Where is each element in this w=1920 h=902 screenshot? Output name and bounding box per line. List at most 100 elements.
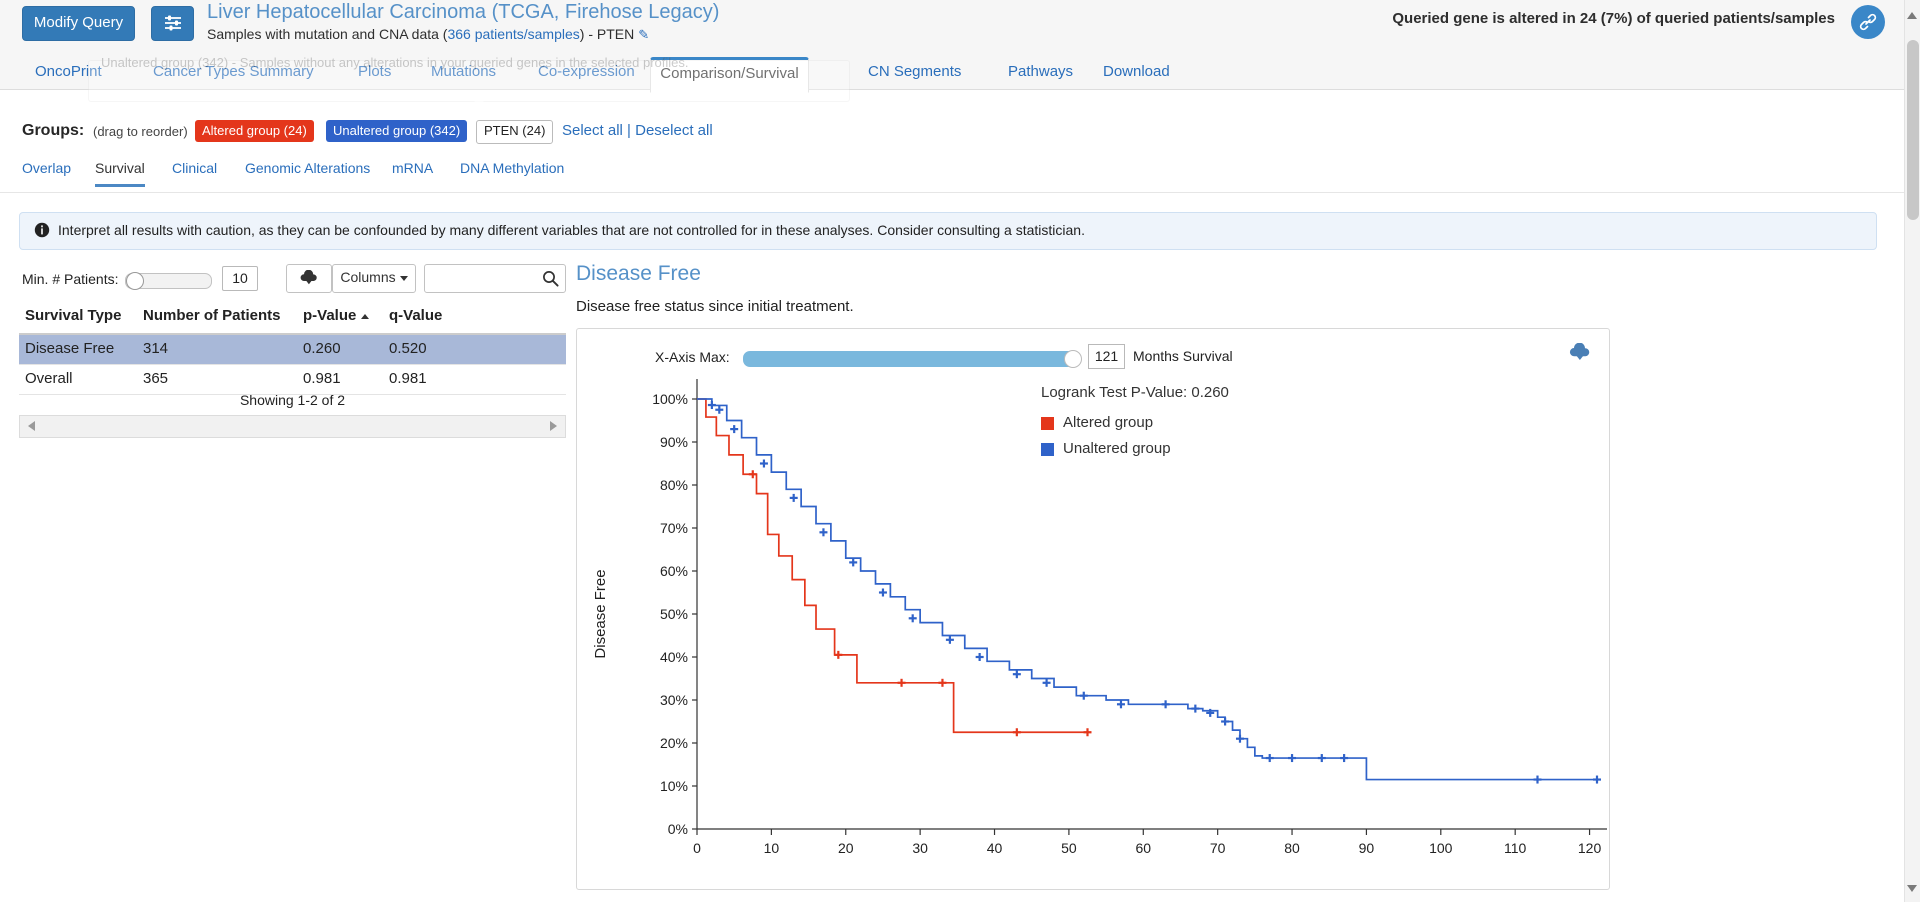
cell-patients: 314 [143,340,169,357]
svg-text:Disease Free: Disease Free [592,569,609,658]
cell-survival-type: Overall [25,370,73,387]
group-pill-altered[interactable]: Altered group (24) [195,120,314,142]
pager-prev-icon[interactable] [28,421,35,431]
cloud-download-icon [287,270,331,285]
tooltip-arrow [470,97,488,106]
sort-ascending-icon [361,313,370,319]
subtab-survival[interactable]: Survival [95,160,145,187]
subtab-overlap[interactable]: Overlap [22,160,71,184]
groups-bar: Groups: (drag to reorder) Altered group … [0,120,1920,150]
svg-text:40: 40 [987,840,1003,856]
search-input[interactable] [431,268,540,289]
tab-pathways[interactable]: Pathways [995,57,1086,89]
links-separator: | [627,122,631,139]
svg-text:20%: 20% [660,735,688,751]
chevron-down-icon [399,275,408,281]
table-download-button[interactable] [286,264,332,293]
query-settings-button[interactable] [151,6,194,41]
subtab-genomic-alterations[interactable]: Genomic Alterations [245,160,370,184]
tab-cn-segments[interactable]: CN Segments [855,57,974,89]
pencil-icon[interactable]: ✎ [638,27,649,43]
groups-hint: (drag to reorder) [93,124,188,139]
svg-text:60: 60 [1135,840,1151,856]
table-search-box[interactable] [424,264,566,293]
svg-text:0: 0 [693,840,701,856]
select-all-link[interactable]: Select all [562,122,623,139]
svg-text:60%: 60% [660,563,688,579]
caution-banner: Interpret all results with caution, as t… [19,212,1877,250]
table-header-row: Survival Type Number of Patients p-Value… [19,305,566,335]
col-survival-type[interactable]: Survival Type [25,307,121,324]
svg-text:120: 120 [1578,840,1602,856]
svg-text:20: 20 [838,840,854,856]
columns-dropdown-button[interactable]: Columns [332,264,416,293]
sample-count-link[interactable]: 366 patients/samples [447,26,579,42]
cell-p-value: 0.260 [303,340,341,357]
subtab-dna-methylation[interactable]: DNA Methylation [460,160,564,184]
svg-text:100: 100 [1429,840,1453,856]
group-select-links: Select all | Deselect all [562,122,713,139]
col-p-value-label: p-Value [303,307,357,324]
columns-label: Columns [340,269,396,285]
study-title[interactable]: Liver Hepatocellular Carcinoma (TCGA, Fi… [207,1,719,24]
info-icon [34,222,50,238]
svg-text:80%: 80% [660,477,688,493]
group-pill-pten[interactable]: PTEN (24) [476,120,554,144]
page-root: Modify Query Liver Hepatocellular Carcin… [0,0,1920,902]
cell-survival-type: Disease Free [25,340,115,357]
group-pill-unaltered[interactable]: Unaltered group (342) [326,120,468,142]
min-patients-label: Min. # Patients: [22,271,119,287]
table-row[interactable]: Disease Free 314 0.260 0.520 [19,335,566,365]
sliders-icon [152,14,193,32]
tab-download[interactable]: Download [1090,57,1183,89]
groups-label: Groups: [22,122,85,139]
page-subtitle: Disease free status since initial treatm… [576,298,854,315]
cell-p-value: 0.981 [303,370,341,387]
deselect-all-link[interactable]: Deselect all [635,122,713,139]
scrollbar-thumb[interactable] [1907,40,1919,220]
scroll-up-icon[interactable] [1907,12,1917,19]
group-tooltip-ghost: Unaltered group (342) - Samples without … [88,55,850,102]
svg-text:70: 70 [1210,840,1226,856]
survival-types-table: Survival Type Number of Patients p-Value… [19,305,566,395]
svg-text:80: 80 [1284,840,1300,856]
survival-chart-card: X-Axis Max: 121 Months Survival Logrank … [576,328,1610,890]
svg-text:90%: 90% [660,434,688,450]
col-number-of-patients[interactable]: Number of Patients [143,307,281,324]
page-scrollbar[interactable] [1904,0,1920,902]
share-link-button[interactable] [1851,5,1885,39]
group-tooltip-text: Unaltered group (342) - Samples without … [101,55,689,70]
svg-text:30: 30 [912,840,928,856]
svg-text:30%: 30% [660,692,688,708]
app-header: Modify Query Liver Hepatocellular Carcin… [0,0,1920,57]
pager-next-icon[interactable] [550,421,557,431]
svg-text:10%: 10% [660,778,688,794]
altered-summary-text: Queried gene is altered in 24 (7%) of qu… [1392,10,1835,27]
comparison-sub-tab-bar: Overlap Survival Clinical Genomic Altera… [0,160,1920,193]
col-q-value[interactable]: q-Value [389,307,442,324]
study-subtitle: Samples with mutation and CNA data (366 … [207,26,649,43]
table-showing-text: Showing 1-2 of 2 [239,392,346,408]
subtab-clinical[interactable]: Clinical [172,160,217,184]
min-patients-slider-handle[interactable] [126,272,144,290]
svg-text:50: 50 [1061,840,1077,856]
table-pager [19,415,566,438]
cell-q-value: 0.520 [389,340,427,357]
svg-text:40%: 40% [660,649,688,665]
study-subtitle-prefix: Samples with mutation and CNA data ( [207,26,448,42]
table-row[interactable]: Overall 365 0.981 0.981 [19,365,566,395]
study-subtitle-suffix: ) - PTEN [579,26,635,42]
subtab-mrna[interactable]: mRNA [392,160,433,184]
caution-banner-text: Interpret all results with caution, as t… [58,222,1085,238]
min-patients-value[interactable]: 10 [222,266,258,291]
min-patients-slider[interactable] [125,272,212,290]
magnifier-icon[interactable] [542,270,559,292]
scroll-down-icon[interactable] [1907,885,1917,892]
svg-text:70%: 70% [660,520,688,536]
svg-text:90: 90 [1359,840,1375,856]
col-p-value[interactable]: p-Value [303,307,370,324]
modify-query-button[interactable]: Modify Query [22,6,135,41]
svg-text:0%: 0% [668,821,688,837]
kaplan-meier-plot[interactable]: 0% 10% 20% 30% 40% 50% 60% 70% 80% 90% 100% 0 10 20 30… [577,329,1609,889]
chain-link-icon [1851,13,1885,31]
